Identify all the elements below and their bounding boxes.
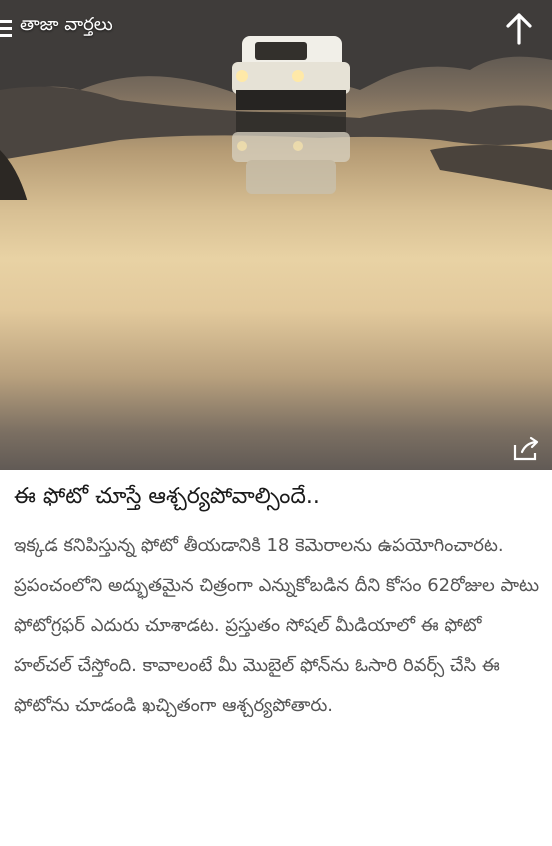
menu-icon[interactable] <box>0 20 12 38</box>
article-photo: తాజా వార్తలు <box>0 0 552 470</box>
app-title[interactable]: తాజా వార్తలు <box>20 14 113 39</box>
jeep-reflection <box>232 112 350 194</box>
article-headline[interactable]: ఈ ఫోటో చూస్తే ఆశ్చర్యపోవాల్సిందే.. <box>14 482 544 512</box>
article-content: ఈ ఫోటో చూస్తే ఆశ్చర్యపోవాల్సిందే.. ఇక్కడ… <box>0 470 552 846</box>
arrow-up-icon[interactable] <box>504 12 534 46</box>
article-body: ఇక్కడ కనిపిస్తున్న ఫోటో తీయడానికి 18 కెమ… <box>14 535 540 716</box>
top-toolbar: తాజా వార్తలు <box>0 0 552 56</box>
share-icon[interactable] <box>512 436 540 462</box>
